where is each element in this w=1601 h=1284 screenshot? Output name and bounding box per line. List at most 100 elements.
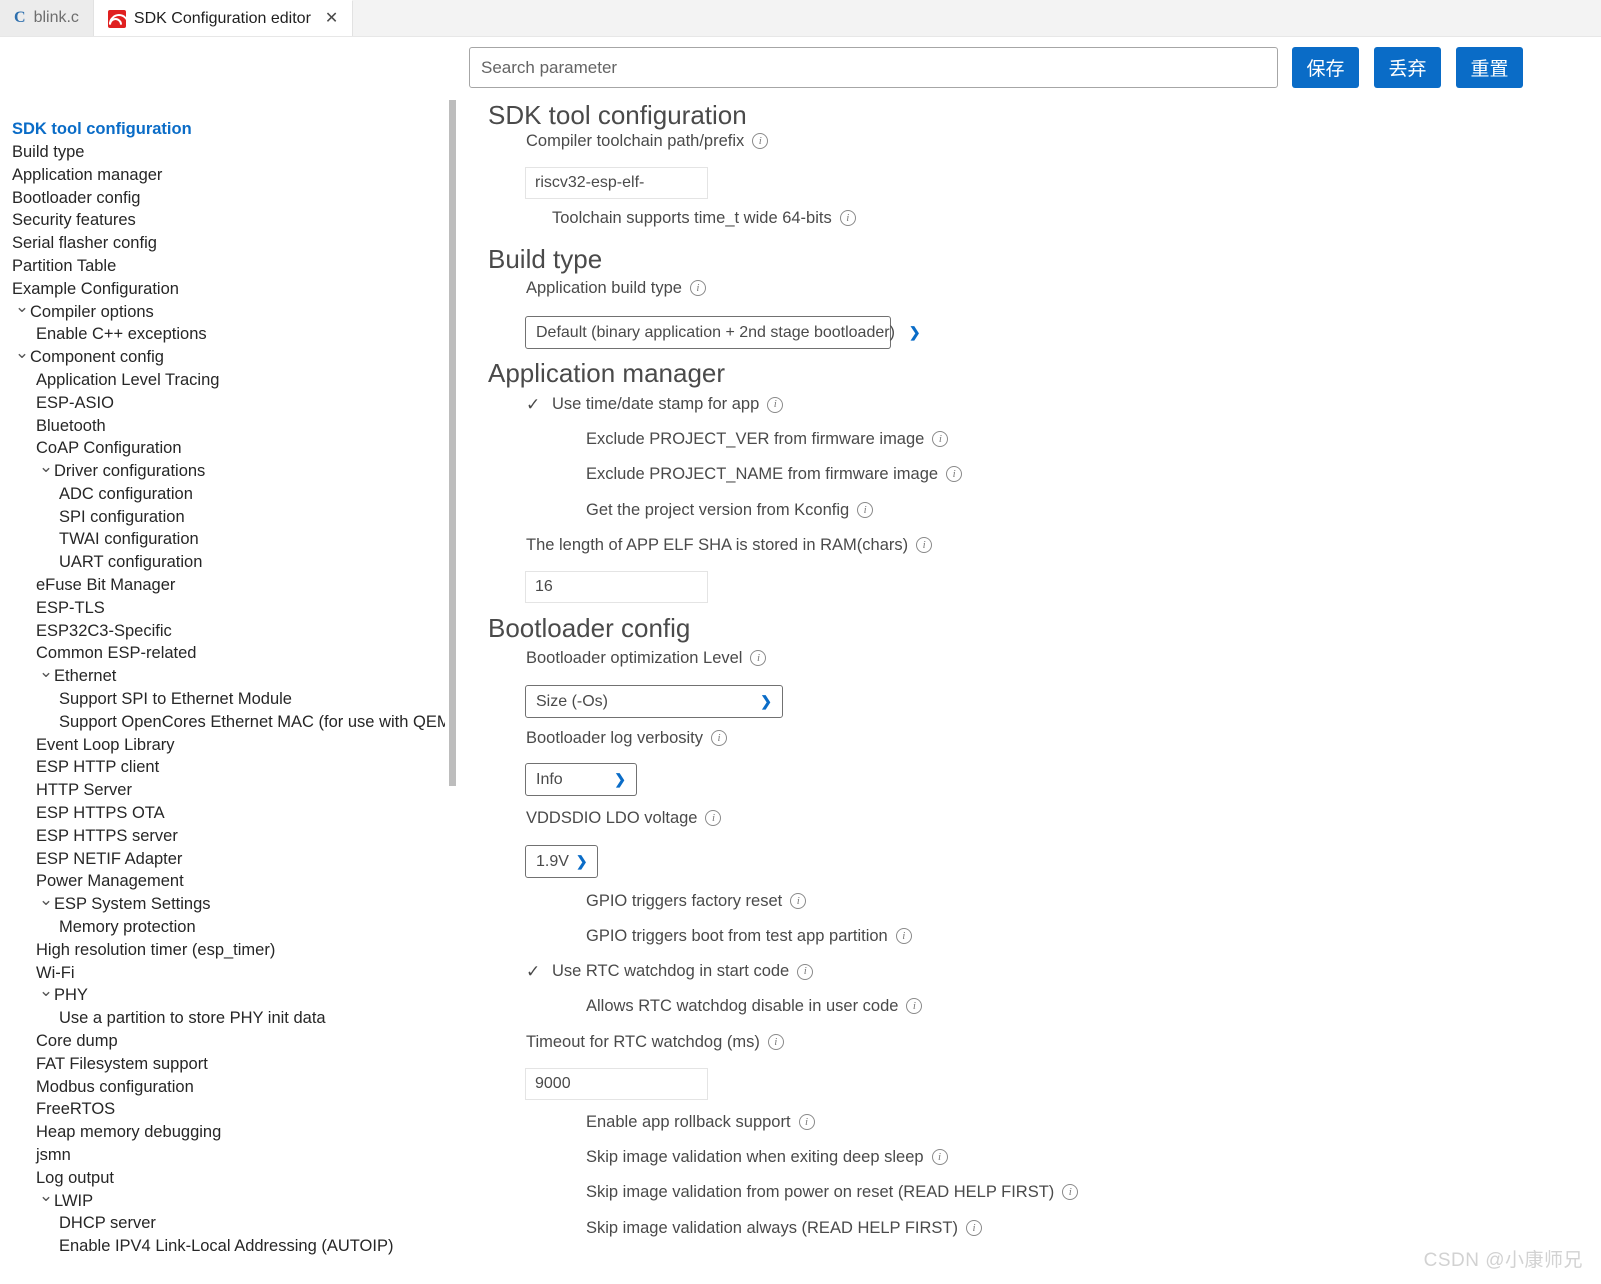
sidebar-item-jsmn[interactable]: jsmn (0, 1144, 445, 1167)
sidebar-item-coap-configuration[interactable]: CoAP Configuration (0, 437, 445, 460)
checkbox-row-project-version-kconfig[interactable]: Get the project version from Kconfig i (560, 502, 874, 519)
checkbox-row-skip-validation-always[interactable]: Skip image validation always (READ HELP … (560, 1220, 982, 1237)
close-icon[interactable]: ✕ (325, 10, 338, 27)
rtc-watchdog-timeout-input[interactable] (525, 1068, 708, 1100)
info-icon[interactable]: i (906, 998, 923, 1015)
checkbox-row-gpio-factory-reset[interactable]: GPIO triggers factory reset i (560, 893, 807, 910)
chevron-down-icon[interactable]: ⌄ (14, 298, 30, 315)
info-icon[interactable]: i (711, 730, 728, 747)
sidebar-item-common-esp-related[interactable]: Common ESP-related (0, 642, 445, 665)
sidebar-item-spi-configuration[interactable]: SPI configuration (0, 506, 445, 529)
checkbox-indicator[interactable]: ✓ (526, 963, 552, 980)
sidebar-item-bootloader-config[interactable]: Bootloader config (0, 186, 445, 209)
sidebar-item-freertos[interactable]: FreeRTOS (0, 1098, 445, 1121)
sidebar-item-event-loop-library[interactable]: Event Loop Library (0, 734, 445, 757)
chevron-down-icon[interactable]: ⌄ (38, 458, 54, 475)
sidebar-item-partition-table[interactable]: Partition Table (0, 255, 445, 278)
sidebar-item-bluetooth[interactable]: Bluetooth (0, 414, 445, 437)
checkbox-row-allow-rtc-watchdog-disable[interactable]: Allows RTC watchdog disable in user code… (560, 998, 923, 1015)
search-input[interactable] (469, 47, 1278, 88)
chevron-down-icon[interactable]: ⌄ (38, 663, 54, 680)
info-icon[interactable]: i (750, 650, 767, 667)
sidebar-item-example-configuration[interactable]: Example Configuration (0, 278, 445, 301)
checkbox-row-gpio-boot-test-app[interactable]: GPIO triggers boot from test app partiti… (560, 928, 912, 945)
checkbox-row-time-t-64bits[interactable]: Toolchain supports time_t wide 64-bits i (526, 210, 856, 227)
config-tree-sidebar[interactable]: SDK tool configuration Build type Applicat… (0, 98, 445, 1284)
bootloader-log-verbosity-select[interactable]: Info ❯ (525, 763, 637, 796)
sidebar-item-security-features[interactable]: Security features (0, 209, 445, 232)
save-button[interactable]: 保存 (1292, 47, 1359, 88)
info-icon[interactable]: i (857, 502, 874, 519)
info-icon[interactable]: i (790, 893, 807, 910)
info-icon[interactable]: i (839, 210, 856, 227)
sidebar-item-serial-flasher-config[interactable]: Serial flasher config (0, 232, 445, 255)
chevron-down-icon[interactable]: ⌄ (14, 344, 30, 361)
sidebar-item-application-manager[interactable]: Application manager (0, 164, 445, 187)
sidebar-item-esp-system-settings[interactable]: ⌄ ESP System Settings (0, 891, 445, 916)
sidebar-item-ethernet[interactable]: ⌄ Ethernet (0, 663, 445, 688)
info-icon[interactable]: i (931, 1149, 948, 1166)
sidebar-item-esp-https-ota[interactable]: ESP HTTPS OTA (0, 802, 445, 825)
toolchain-prefix-input[interactable] (525, 167, 708, 199)
vddsdio-ldo-voltage-select[interactable]: 1.9V ❯ (525, 845, 598, 878)
checkbox-row-use-timestamp[interactable]: ✓ Use time/date stamp for app i (526, 396, 784, 413)
sidebar-item-esp-asio[interactable]: ESP-ASIO (0, 392, 445, 415)
sidebar-item-esp-netif-adapter[interactable]: ESP NETIF Adapter (0, 848, 445, 871)
sidebar-item-heap-memory-debugging[interactable]: Heap memory debugging (0, 1121, 445, 1144)
checkbox-row-app-rollback[interactable]: Enable app rollback support i (560, 1114, 815, 1131)
sidebar-scrollbar[interactable] (449, 100, 456, 786)
info-icon[interactable]: i (1062, 1184, 1079, 1201)
sidebar-item-high-resolution-timer-esp-timer[interactable]: High resolution timer (esp_timer) (0, 939, 445, 962)
application-build-type-select[interactable]: Default (binary application + 2nd stage … (525, 316, 921, 349)
info-icon[interactable]: i (797, 963, 814, 980)
sidebar-item-esp-http-client[interactable]: ESP HTTP client (0, 756, 445, 779)
sidebar-item-component-config[interactable]: ⌄ Component config (0, 344, 445, 369)
checkbox-row-skip-validation-power-on[interactable]: Skip image validation from power on rese… (560, 1184, 1079, 1201)
info-icon[interactable]: i (689, 280, 706, 297)
sidebar-item-driver-configurations[interactable]: ⌄ Driver configurations (0, 458, 445, 483)
chevron-down-icon[interactable]: ⌄ (38, 891, 54, 908)
tab-sdk-configuration-editor[interactable]: SDK Configuration editor ✕ (93, 0, 354, 36)
info-icon[interactable]: i (966, 1220, 982, 1237)
sidebar-item-enable-ipv4-link-local-addressing-autoip[interactable]: Enable IPV4 Link-Local Addressing (AUTOI… (0, 1235, 445, 1258)
chevron-down-icon[interactable]: ⌄ (38, 1187, 54, 1204)
sidebar-item-core-dump[interactable]: Core dump (0, 1030, 445, 1053)
checkbox-row-use-rtc-watchdog[interactable]: ✓ Use RTC watchdog in start code i (526, 963, 814, 980)
checkbox-row-exclude-project-ver[interactable]: Exclude PROJECT_VER from firmware image … (560, 431, 949, 448)
sidebar-item-memory-protection[interactable]: Memory protection (0, 916, 445, 939)
info-icon[interactable]: i (895, 928, 912, 945)
checkbox-row-skip-validation-deep-sleep[interactable]: Skip image validation when exiting deep … (560, 1149, 948, 1166)
sidebar-item-phy[interactable]: ⌄ PHY (0, 982, 445, 1007)
sidebar-item-sdk-tool-configuration[interactable]: SDK tool configuration (0, 118, 445, 141)
sidebar-item-esp32c3-specific[interactable]: ESP32C3-Specific (0, 620, 445, 643)
sidebar-item-dhcp-server[interactable]: DHCP server (0, 1212, 445, 1235)
info-icon[interactable]: i (752, 133, 769, 150)
sidebar-item-efuse-bit-manager[interactable]: eFuse Bit Manager (0, 574, 445, 597)
sidebar-item-enable-c-exceptions[interactable]: Enable C++ exceptions (0, 323, 445, 346)
info-icon[interactable]: i (767, 1034, 784, 1051)
tab-blink-c[interactable]: C blink.c (0, 0, 94, 36)
sidebar-item-twai-configuration[interactable]: TWAI configuration (0, 528, 445, 551)
reset-button[interactable]: 重置 (1456, 47, 1523, 88)
sidebar-item-adc-configuration[interactable]: ADC configuration (0, 483, 445, 506)
bootloader-optimization-level-select[interactable]: Size (-Os) ❯ (525, 685, 783, 718)
sidebar-item-compiler-options[interactable]: ⌄ Compiler options (0, 298, 445, 323)
sidebar-item-http-server[interactable]: HTTP Server (0, 779, 445, 802)
sidebar-item-use-a-partition-to-store-phy-init-data[interactable]: Use a partition to store PHY init data (0, 1007, 445, 1030)
sidebar-item-lwip[interactable]: ⌄ LWIP (0, 1187, 445, 1212)
sidebar-item-esp-https-server[interactable]: ESP HTTPS server (0, 825, 445, 848)
info-icon[interactable]: i (946, 466, 963, 483)
checkbox-indicator[interactable]: ✓ (526, 396, 552, 413)
sidebar-item-support-opencores-ethernet-mac-for-use-with-qemu[interactable]: Support OpenCores Ethernet MAC (for use … (0, 711, 445, 734)
sidebar-item-support-spi-to-ethernet-module[interactable]: Support SPI to Ethernet Module (0, 688, 445, 711)
sidebar-item-esp-tls[interactable]: ESP-TLS (0, 597, 445, 620)
sidebar-item-fat-filesystem-support[interactable]: FAT Filesystem support (0, 1053, 445, 1076)
sidebar-item-uart-configuration[interactable]: UART configuration (0, 551, 445, 574)
sidebar-item-application-level-tracing[interactable]: Application Level Tracing (0, 369, 445, 392)
info-icon[interactable]: i (767, 396, 784, 413)
info-icon[interactable]: i (932, 431, 949, 448)
sidebar-item-modbus-configuration[interactable]: Modbus configuration (0, 1075, 445, 1098)
sidebar-item-log-output[interactable]: Log output (0, 1167, 445, 1190)
app-elf-sha-length-input[interactable] (525, 571, 708, 603)
info-icon[interactable]: i (798, 1114, 815, 1131)
